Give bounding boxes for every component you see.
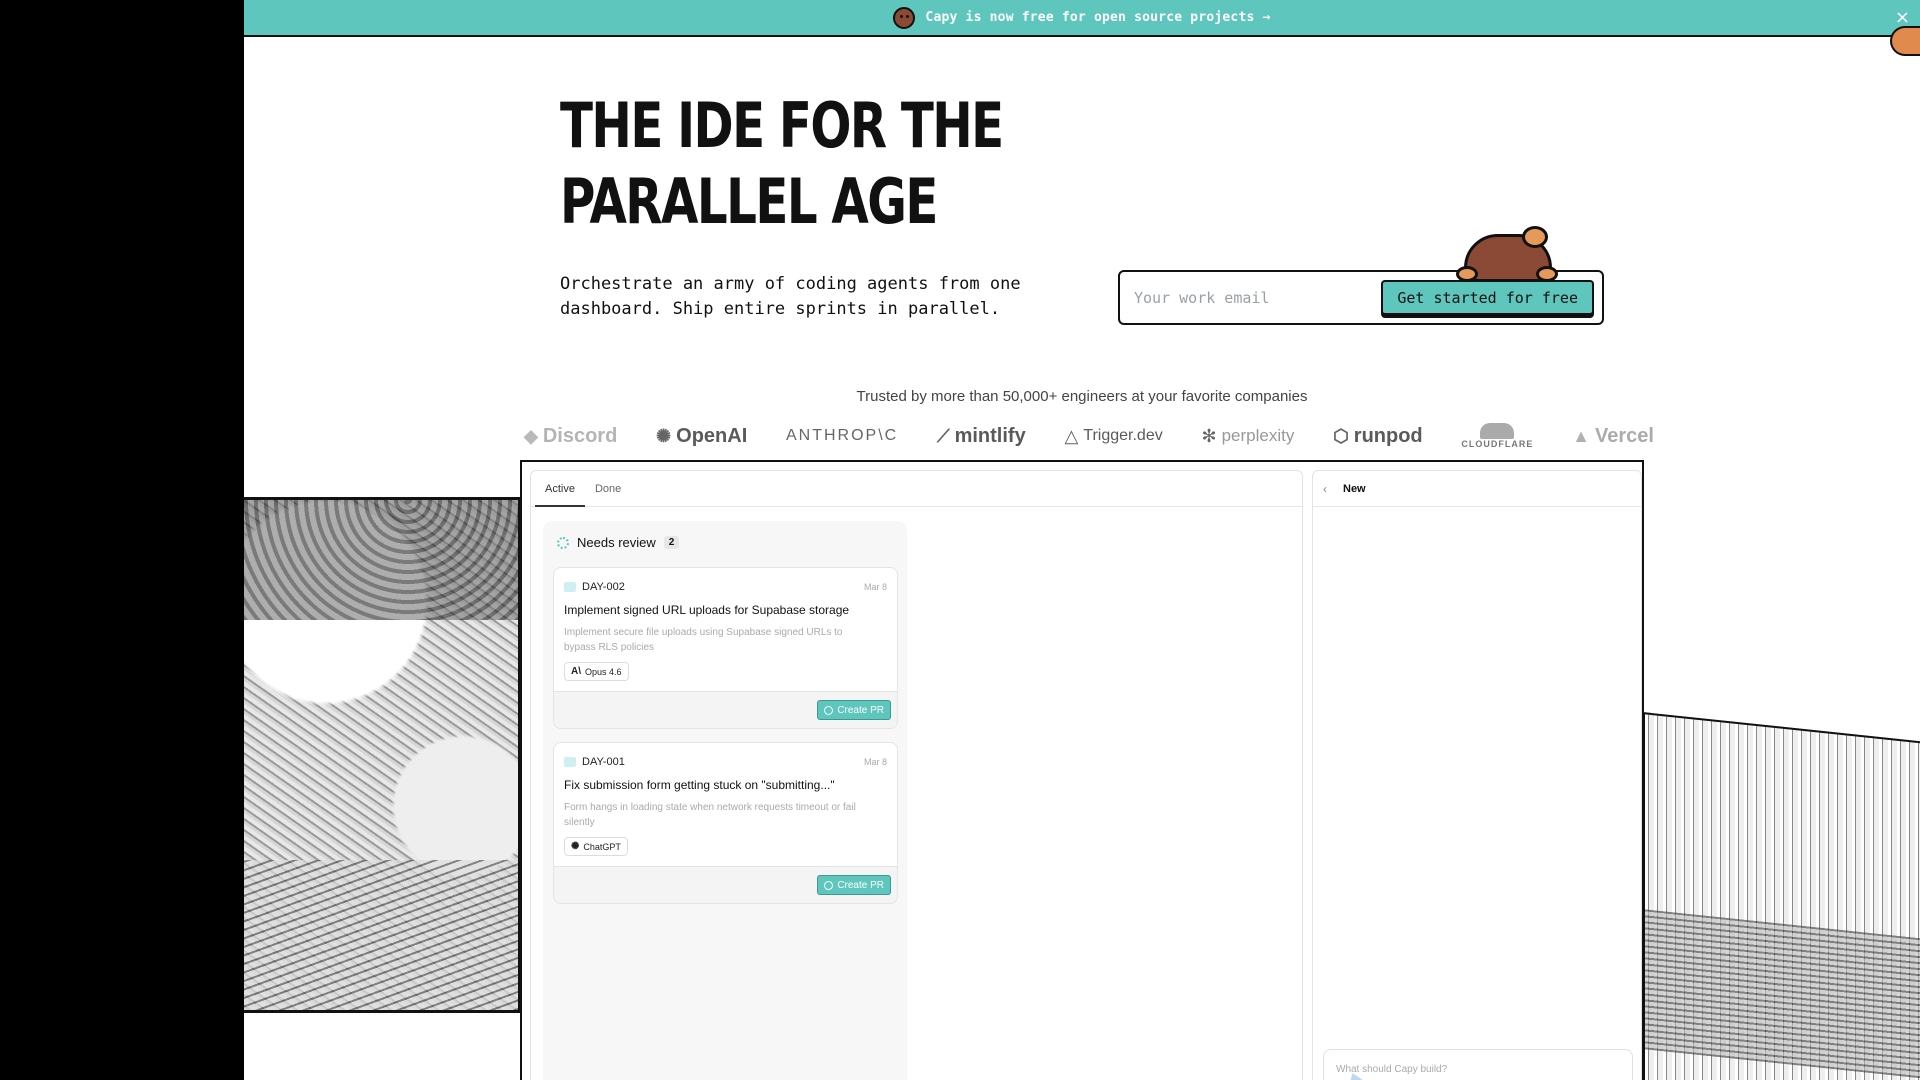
task-date: Mar 8 (863, 757, 887, 767)
capybara-peek-icon (1890, 26, 1920, 56)
prompt-input[interactable] (1336, 1064, 1616, 1080)
perplexity-icon: ✻ (1201, 425, 1217, 446)
anthropic-icon: A\ (571, 666, 581, 677)
perplexity-logo: ✻ perplexity (1201, 425, 1295, 446)
task-tag-icon (564, 757, 576, 767)
task-title: Fix submission form getting stuck on "su… (564, 778, 835, 792)
hero-title-line: THE IDE FOR THE (560, 89, 1004, 162)
close-icon[interactable]: × (1895, 7, 1910, 28)
mintlify-icon: ⟋ (936, 425, 950, 446)
board-tabs: Active Done (531, 471, 1302, 507)
column-count-badge: 2 (663, 536, 680, 549)
trigger-dev-logo: △ Trigger.dev (1064, 425, 1163, 446)
task-date: Mar 8 (863, 582, 887, 592)
vercel-logo: ▲ Vercel (1572, 424, 1654, 447)
trigger-icon: △ (1064, 425, 1079, 446)
task-card[interactable]: DAY-002 Mar 8 Implement signed URL uploa… (553, 567, 898, 729)
tab-done[interactable]: Done (585, 471, 631, 507)
task-description: Implement secure file uploads using Supa… (564, 627, 843, 653)
column-label: Needs review (577, 535, 656, 550)
task-id: DAY-002 (564, 581, 625, 593)
create-pr-button[interactable]: Create PR (817, 875, 891, 895)
hero-subtitle-line: dashboard. Ship entire sprints in parall… (560, 299, 1001, 319)
needs-review-column: Needs review 2 DAY-002 Mar 8 Implement s… (543, 521, 907, 1080)
manga-illustration-right (1642, 712, 1920, 1080)
task-tag-icon (564, 582, 576, 592)
prompt-box (1323, 1049, 1633, 1080)
capybara-mascot-icon (893, 6, 916, 29)
task-id: DAY-001 (564, 756, 625, 768)
openai-logo: ✺ OpenAI (656, 424, 748, 447)
discord-logo: ◆ Discord (524, 424, 618, 447)
task-board: Active Done Needs review 2 DAY-002 Mar 8… (530, 470, 1303, 1080)
trusted-by-text: Trusted by more than 50,000+ engineers a… (856, 388, 1308, 405)
anthropic-logo: ANTHROP\C (786, 427, 899, 444)
capybara-mascot-icon (1456, 226, 1558, 286)
runpod-logo: ⬡ runpod (1333, 424, 1423, 447)
card-footer: Create PR (554, 866, 897, 903)
vercel-icon: ▲ (1572, 425, 1590, 446)
chat-title: New (1343, 482, 1366, 495)
create-pr-button[interactable]: Create PR (817, 700, 891, 720)
banner-text[interactable]: Capy is now free for open source project… (925, 10, 1270, 25)
model-badge: ✺ ChatGPT (564, 837, 628, 856)
model-badge: A\ Opus 4.6 (564, 662, 629, 681)
email-input[interactable] (1134, 282, 1374, 314)
manga-illustration-left (244, 497, 521, 1013)
mintlify-logo: ⟋ mintlify (936, 424, 1026, 447)
app-preview: Active Done Needs review 2 DAY-002 Mar 8… (520, 460, 1644, 1080)
github-icon (824, 705, 834, 715)
chat-panel: ‹ New (1312, 470, 1642, 1080)
openai-icon: ✺ (571, 841, 580, 852)
announcement-banner[interactable]: Capy is now free for open source project… (244, 0, 1920, 37)
cloud-icon (1480, 423, 1515, 439)
github-icon (824, 880, 834, 890)
hero-title: THE IDE FOR THE PARALLEL AGE (560, 88, 1004, 240)
cloudflare-logo: CLOUDFLARE (1461, 423, 1533, 449)
hero-subtitle-line: Orchestrate an army of coding agents fro… (560, 274, 1021, 294)
hero-subtitle: Orchestrate an army of coding agents fro… (560, 272, 1060, 322)
tab-active[interactable]: Active (535, 471, 585, 507)
task-title: Implement signed URL uploads for Supabas… (564, 603, 850, 617)
runpod-icon: ⬡ (1333, 425, 1349, 446)
company-logos: ◆ Discord ✺ OpenAI ANTHROP\C ⟋ mintlify △ Tr… (524, 420, 1654, 452)
column-header: Needs review 2 (557, 535, 680, 550)
discord-icon: ◆ (524, 425, 538, 446)
hero-title-line: PARALLEL AGE (560, 165, 938, 238)
task-description: Form hangs in loading state when network… (564, 802, 856, 828)
chat-header: ‹ New (1313, 471, 1641, 507)
chevron-left-icon[interactable]: ‹ (1323, 482, 1327, 496)
openai-icon: ✺ (656, 425, 672, 446)
landing-page: Capy is now free for open source project… (244, 0, 1920, 1080)
task-card[interactable]: DAY-001 Mar 8 Fix submission form gettin… (553, 742, 898, 904)
review-status-icon (557, 536, 569, 549)
card-footer: Create PR (554, 691, 897, 728)
